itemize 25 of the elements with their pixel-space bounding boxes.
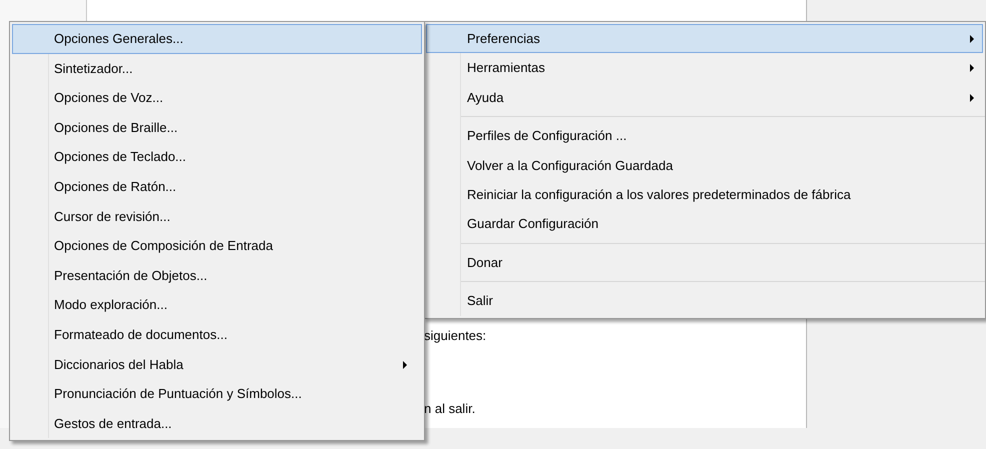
- menu-item[interactable]: Formateado de documentos...: [12, 320, 422, 350]
- menu-item[interactable]: Opciones de Composición de Entrada: [12, 231, 422, 261]
- document-text: siguientes:: [424, 327, 486, 345]
- menu-item[interactable]: Guardar Configuración: [426, 209, 983, 239]
- menu-item[interactable]: Opciones de Voz...: [12, 83, 422, 113]
- menu-item[interactable]: Gestos de entrada...: [12, 408, 422, 438]
- menu-item[interactable]: Donar: [426, 248, 983, 278]
- menu-item[interactable]: Reiniciar la configuración a los valores predeterminados de fábrica: [426, 180, 983, 210]
- menu-item[interactable]: Sintetizador...: [12, 54, 422, 84]
- menu-item[interactable]: Diccionarios del Habla: [12, 350, 422, 380]
- menu-item[interactable]: Volver a la Configuración Guardada: [426, 150, 983, 180]
- menu-item[interactable]: Pronunciación de Puntuación y Símbolos...: [12, 379, 422, 409]
- menu-item[interactable]: Opciones de Teclado...: [12, 142, 422, 172]
- menu-item[interactable]: Perfiles de Configuración ...: [426, 121, 983, 151]
- menu-item[interactable]: Opciones de Ratón...: [12, 172, 422, 202]
- menu-item[interactable]: Herramientas: [426, 53, 983, 83]
- menu-item[interactable]: Presentación de Objetos...: [12, 260, 422, 290]
- menu-item[interactable]: Opciones Generales...: [12, 24, 422, 54]
- menu-item[interactable]: Ayuda: [426, 82, 983, 112]
- menu-item[interactable]: Cursor de revisión...: [12, 202, 422, 232]
- menu-item[interactable]: Opciones de Braille...: [12, 112, 422, 142]
- menu-item[interactable]: Modo exploración...: [12, 290, 422, 320]
- document-text: n al salir.: [424, 400, 476, 418]
- menu-item[interactable]: Preferencias: [426, 24, 983, 54]
- menu-item[interactable]: Salir: [426, 286, 983, 316]
